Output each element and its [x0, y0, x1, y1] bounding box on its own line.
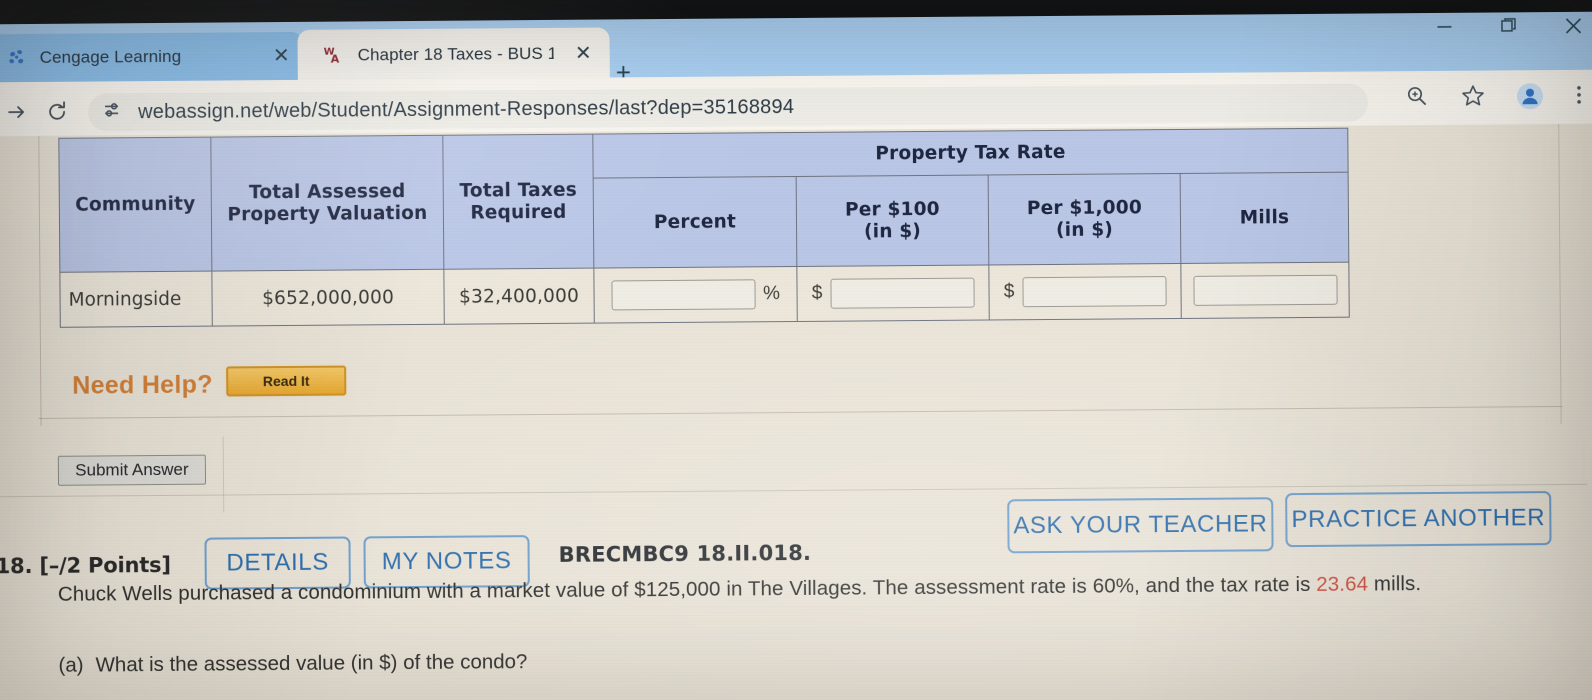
- tab-cengage[interactable]: Cengage Learning ✕: [0, 30, 304, 84]
- percent-input[interactable]: [610, 279, 756, 311]
- th-taxes-line1: Total Taxes: [459, 179, 578, 202]
- tab-cengage-title: Cengage Learning: [39, 46, 182, 67]
- th-mills: Mills: [1180, 172, 1349, 264]
- tune-icon[interactable]: [102, 99, 124, 126]
- window-controls: [1433, 14, 1583, 37]
- question-body-highlight: 23.64: [1316, 572, 1369, 596]
- bookmark-star-icon[interactable]: [1460, 83, 1486, 109]
- th-per1000-line2: (in $): [1056, 219, 1114, 241]
- per-100-dollar-prefix: $: [811, 282, 823, 304]
- th-per100-line1: Per $100: [844, 199, 940, 221]
- question-number: 18. [–/2 Points]: [0, 552, 171, 579]
- per-1000-input-group: $: [997, 276, 1172, 308]
- read-it-button[interactable]: Read It: [226, 365, 347, 397]
- webassign-page: Community Total Assessed Property Valuat…: [0, 123, 1592, 700]
- per-1000-dollar-prefix: $: [1003, 281, 1015, 303]
- maximize-restore-button[interactable]: [1497, 14, 1519, 36]
- cell-mills: [1180, 262, 1350, 319]
- th-per1000-line1: Per $1,000: [1026, 197, 1143, 220]
- question-body-part2: mills.: [1367, 572, 1422, 596]
- cell-total-assessed-property-valuation: $652,000,000: [211, 269, 445, 327]
- th-property-tax-rate-group: Property Tax Rate: [592, 128, 1349, 179]
- th-per-100: Per $100 (in $): [796, 174, 989, 267]
- question-part-a-label: (a): [58, 653, 84, 677]
- tab-webassign-title: Chapter 18 Taxes - BUS 110, sec: [357, 43, 554, 65]
- page-left-rail: [38, 135, 42, 426]
- browser-toolbar-actions: [1404, 82, 1586, 110]
- minimize-button[interactable]: [1433, 15, 1455, 37]
- mills-input[interactable]: [1192, 274, 1338, 306]
- cell-community: Morningside: [59, 271, 213, 328]
- tab-webassign-close-icon[interactable]: ✕: [575, 43, 592, 65]
- per-100-input[interactable]: [830, 277, 975, 309]
- th-total-taxes-required: Total Taxes Required: [442, 134, 594, 270]
- svg-text:A: A: [331, 53, 340, 66]
- th-total-assessed-property-valuation: Total Assessed Property Valuation: [210, 135, 444, 272]
- cell-total-taxes-required: $32,400,000: [443, 268, 595, 325]
- th-percent: Percent: [593, 176, 797, 269]
- browser-window: Cengage Learning ✕ W A Chapter 18 Taxes …: [0, 0, 1592, 700]
- three-dot-menu-icon[interactable]: [1572, 82, 1586, 108]
- th-taxes-line2: Required: [470, 201, 567, 224]
- zoom-icon[interactable]: [1404, 83, 1430, 109]
- question-part-a-text: What is the assessed value (in $) of the…: [95, 650, 528, 677]
- percent-unit-label: %: [763, 283, 781, 305]
- question-part-a: (a) What is the assessed value (in $) of …: [58, 650, 527, 678]
- th-per-1000: Per $1,000 (in $): [988, 173, 1181, 265]
- ask-your-teacher-button[interactable]: ASK YOUR TEACHER: [1007, 497, 1274, 554]
- th-valuation-line1: Total Assessed: [248, 181, 406, 204]
- percent-input-group: %: [602, 279, 788, 311]
- per-100-input-group: $: [805, 277, 980, 309]
- cell-per-100: $: [796, 264, 990, 322]
- practice-another-button[interactable]: PRACTICE ANOTHER: [1285, 491, 1552, 548]
- need-help-label: Need Help?: [72, 370, 213, 400]
- cell-per-1000: $: [988, 263, 1182, 320]
- webassign-wa-icon: W A: [324, 45, 346, 67]
- mills-input-group: [1189, 274, 1340, 306]
- question-code: BRECMBC9 18.II.018.: [558, 540, 812, 567]
- table-row: Morningside $652,000,000 $32,400,000 % $: [59, 262, 1350, 328]
- tab-cengage-close-icon[interactable]: ✕: [273, 45, 290, 67]
- tab-webassign[interactable]: W A Chapter 18 Taxes - BUS 110, sec ✕: [309, 27, 605, 81]
- content-divider: [38, 405, 1563, 419]
- th-community: Community: [58, 137, 212, 273]
- submit-answer-button[interactable]: Submit Answer: [57, 454, 207, 486]
- page-right-edge: [1558, 123, 1562, 424]
- property-tax-rate-table: Community Total Assessed Property Valuat…: [58, 127, 1350, 328]
- photographed-screen: Cengage Learning ✕ W A Chapter 18 Taxes …: [0, 0, 1592, 700]
- per-1000-input[interactable]: [1022, 276, 1167, 308]
- th-per100-line2: (in $): [864, 220, 922, 242]
- close-window-button[interactable]: [1561, 14, 1583, 36]
- profile-avatar-icon[interactable]: [1516, 82, 1544, 110]
- cell-percent: %: [593, 266, 798, 324]
- address-bar-url: webassign.net/web/Student/Assignment-Res…: [138, 95, 795, 123]
- forward-arrow-icon[interactable]: [4, 99, 30, 125]
- cengage-icon: [8, 48, 28, 68]
- reload-icon[interactable]: [44, 99, 70, 125]
- th-valuation-line2: Property Valuation: [227, 202, 428, 225]
